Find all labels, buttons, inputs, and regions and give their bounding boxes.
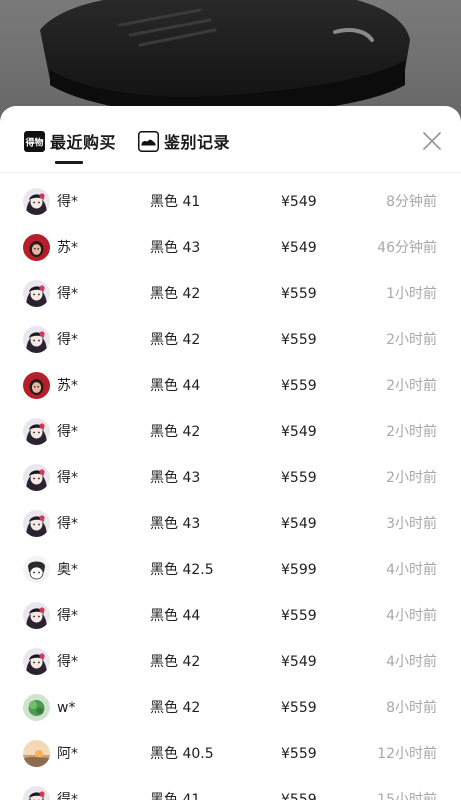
purchase-price: ¥559: [281, 700, 317, 716]
tab-recent-purchases[interactable]: 得物 最近购买: [24, 128, 116, 154]
purchase-time: 2小时前: [386, 378, 437, 394]
purchase-price: ¥559: [281, 378, 317, 394]
dewu-logo-text: 得物: [24, 136, 43, 148]
avatar-red-portrait: [23, 234, 50, 261]
purchase-time: 15小时前: [377, 792, 437, 800]
purchase-row: w* 黑色 42 ¥559 8小时前: [0, 685, 461, 731]
tab-authentication-records-label: 鉴别记录: [164, 133, 231, 152]
purchase-list: 得* 黑色 41 ¥549 8分钟前 苏* 黑色 43 ¥549 46分钟前 得* 黑色 42 ¥5…: [0, 179, 461, 800]
tab-authentication-records[interactable]: 鉴别记录: [138, 128, 230, 154]
buyer-name: 得*: [57, 332, 78, 348]
purchase-price: ¥549: [281, 516, 317, 532]
product-spec: 黑色 42: [150, 286, 201, 302]
buyer-name: 得*: [57, 424, 78, 440]
buyer-name: 得*: [57, 286, 78, 302]
avatar-red-portrait: [23, 372, 50, 399]
avatar-green-nature: [23, 694, 50, 721]
buyer-name: w*: [57, 700, 76, 716]
purchase-row: 得* 黑色 43 ¥549 3小时前: [0, 501, 461, 547]
product-spec: 黑色 41: [150, 792, 201, 800]
product-spec: 黑色 42: [150, 424, 201, 440]
avatar-anime-girl: [23, 326, 50, 353]
buyer-name: 苏*: [57, 378, 78, 394]
purchase-price: ¥559: [281, 332, 317, 348]
purchase-price: ¥599: [281, 562, 317, 578]
purchase-row: 奥* 黑色 42.5 ¥599 4小时前: [0, 547, 461, 593]
purchase-row: 得* 黑色 43 ¥559 2小时前: [0, 455, 461, 501]
purchase-price: ¥549: [281, 194, 317, 210]
purchase-row: 得* 黑色 42 ¥549 2小时前: [0, 409, 461, 455]
purchase-row: 苏* 黑色 44 ¥559 2小时前: [0, 363, 461, 409]
purchase-price: ¥549: [281, 424, 317, 440]
purchase-time: 4小时前: [386, 562, 437, 578]
purchase-row: 得* 黑色 41 ¥549 8分钟前: [0, 179, 461, 225]
buyer-name: 得*: [57, 516, 78, 532]
buyer-name: 得*: [57, 654, 78, 670]
purchase-time: 3小时前: [386, 516, 437, 532]
buyer-name: 奥*: [57, 562, 78, 578]
purchase-price: ¥549: [281, 240, 317, 256]
buyer-name: 得*: [57, 792, 78, 800]
close-button[interactable]: [421, 130, 443, 152]
purchase-time: 46分钟前: [377, 240, 437, 256]
purchase-time: 2小时前: [386, 332, 437, 348]
dewu-logo-icon: 得物: [24, 130, 45, 152]
purchase-time: 1小时前: [386, 286, 437, 302]
purchase-price: ¥559: [281, 286, 317, 302]
purchase-price: ¥559: [281, 608, 317, 624]
purchase-price: ¥549: [281, 654, 317, 670]
avatar-anime-girl: [23, 510, 50, 537]
buyer-name: 得*: [57, 470, 78, 486]
purchase-time: 2小时前: [386, 470, 437, 486]
product-spec: 黑色 44: [150, 378, 201, 394]
product-spec: 黑色 44: [150, 608, 201, 624]
recent-purchases-sheet: 得物 最近购买 鉴别记录 得* 黑色 41 ¥549 8分钟前 苏* 黑色 43…: [0, 106, 461, 800]
purchase-row: 得* 黑色 42 ¥549 4小时前: [0, 639, 461, 685]
product-spec: 黑色 43: [150, 240, 201, 256]
tab-recent-purchases-label: 最近购买: [50, 133, 117, 152]
avatar-anime-girl: [23, 280, 50, 307]
tab-bar: 得物 最近购买 鉴别记录: [0, 106, 461, 173]
product-spec: 黑色 42: [150, 700, 201, 716]
purchase-price: ¥559: [281, 792, 317, 800]
purchase-price: ¥559: [281, 470, 317, 486]
product-spec: 黑色 42.5: [150, 562, 214, 578]
purchase-row: 得* 黑色 44 ¥559 4小时前: [0, 593, 461, 639]
product-spec: 黑色 42: [150, 654, 201, 670]
buyer-name: 得*: [57, 194, 78, 210]
purchase-row: 苏* 黑色 43 ¥549 46分钟前: [0, 225, 461, 271]
product-spec: 黑色 43: [150, 516, 201, 532]
product-spec: 黑色 42: [150, 332, 201, 348]
buyer-name: 得*: [57, 608, 78, 624]
purchase-row: 得* 黑色 42 ¥559 2小时前: [0, 317, 461, 363]
buyer-name: 阿*: [57, 746, 78, 762]
avatar-anime-girl: [23, 602, 50, 629]
purchase-time: 8分钟前: [386, 194, 437, 210]
purchase-time: 2小时前: [386, 424, 437, 440]
product-spec: 黑色 41: [150, 194, 201, 210]
purchase-row: 阿* 黑色 40.5 ¥559 12小时前: [0, 731, 461, 777]
active-tab-indicator: [55, 161, 83, 164]
purchase-row: 得* 黑色 41 ¥559 15小时前: [0, 777, 461, 800]
product-spec: 黑色 40.5: [150, 746, 214, 762]
purchase-time: 12小时前: [377, 746, 437, 762]
avatar-sunset: [23, 740, 50, 767]
avatar-anime-girl: [23, 464, 50, 491]
purchase-time: 4小时前: [386, 654, 437, 670]
shoe-icon: [138, 130, 159, 152]
page: 得物 最近购买 鉴别记录 得* 黑色 41 ¥549 8分钟前 苏* 黑色 43…: [0, 0, 461, 800]
avatar-anime-girl: [23, 648, 50, 675]
avatar-anime-girl: [23, 786, 50, 800]
buyer-name: 苏*: [57, 240, 78, 256]
avatar-anime-girl: [23, 188, 50, 215]
purchase-row: 得* 黑色 42 ¥559 1小时前: [0, 271, 461, 317]
close-icon: [423, 132, 441, 150]
purchase-price: ¥559: [281, 746, 317, 762]
avatar-anime-girl: [23, 418, 50, 445]
purchase-time: 8小时前: [386, 700, 437, 716]
product-spec: 黑色 43: [150, 470, 201, 486]
purchase-time: 4小时前: [386, 608, 437, 624]
avatar-anime-sketch: [23, 556, 50, 583]
